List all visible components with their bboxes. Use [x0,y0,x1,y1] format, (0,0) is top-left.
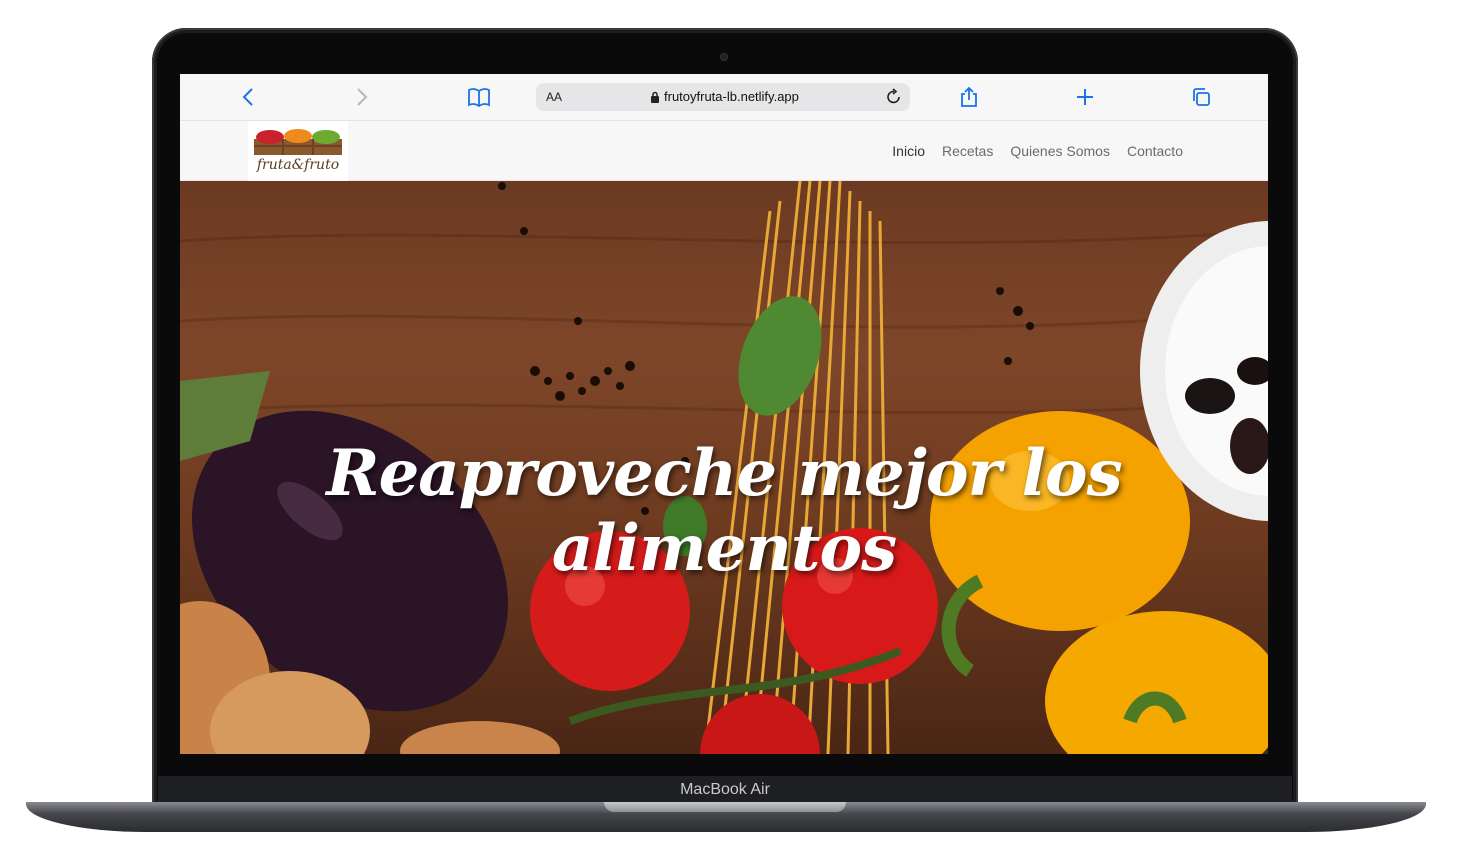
address-bar[interactable]: AA frutoyfruta-lb.netlify.app [536,83,910,111]
nav-quienes-somos[interactable]: Quienes Somos [1010,143,1110,159]
back-button[interactable] [234,84,262,110]
browser-screen: AA frutoyfruta-lb.netlify.app fruta&frut… [180,74,1268,754]
fruit-crates-icon [254,129,342,155]
bookmarks-icon [468,88,490,107]
laptop-notch [604,802,846,812]
text-size-button[interactable]: AA [546,90,562,104]
forward-icon [357,88,368,106]
nav-recetas[interactable]: Recetas [942,143,993,159]
device-label: MacBook Air [680,781,770,798]
tabs-button[interactable] [1187,84,1215,110]
laptop-chin: MacBook Air [158,776,1292,804]
bookmarks-button[interactable] [465,84,493,110]
browser-toolbar: AA frutoyfruta-lb.netlify.app [180,74,1268,121]
share-icon [961,86,977,107]
site-navbar: fruta&fruto Inicio Recetas Quienes Somos… [180,121,1268,181]
camera [720,53,728,61]
tabs-icon [1193,88,1210,106]
hero-title: Reaproveche mejor los alimentos [326,436,1122,586]
back-icon [242,88,253,106]
logo-text: fruta&fruto [256,157,340,173]
forward-button[interactable] [348,84,376,110]
site-menu: Inicio Recetas Quienes Somos Contacto [892,143,1183,159]
reload-icon[interactable] [886,88,902,106]
lock-icon [651,91,659,103]
plus-icon [1077,89,1093,105]
site-logo[interactable]: fruta&fruto [248,121,348,181]
hero-banner: Reaproveche mejor los alimentos [180,181,1268,754]
new-tab-button[interactable] [1071,84,1099,110]
url-text: frutoyfruta-lb.netlify.app [664,89,799,104]
nav-contacto[interactable]: Contacto [1127,143,1183,159]
nav-inicio[interactable]: Inicio [892,143,925,159]
share-button[interactable] [955,84,983,110]
